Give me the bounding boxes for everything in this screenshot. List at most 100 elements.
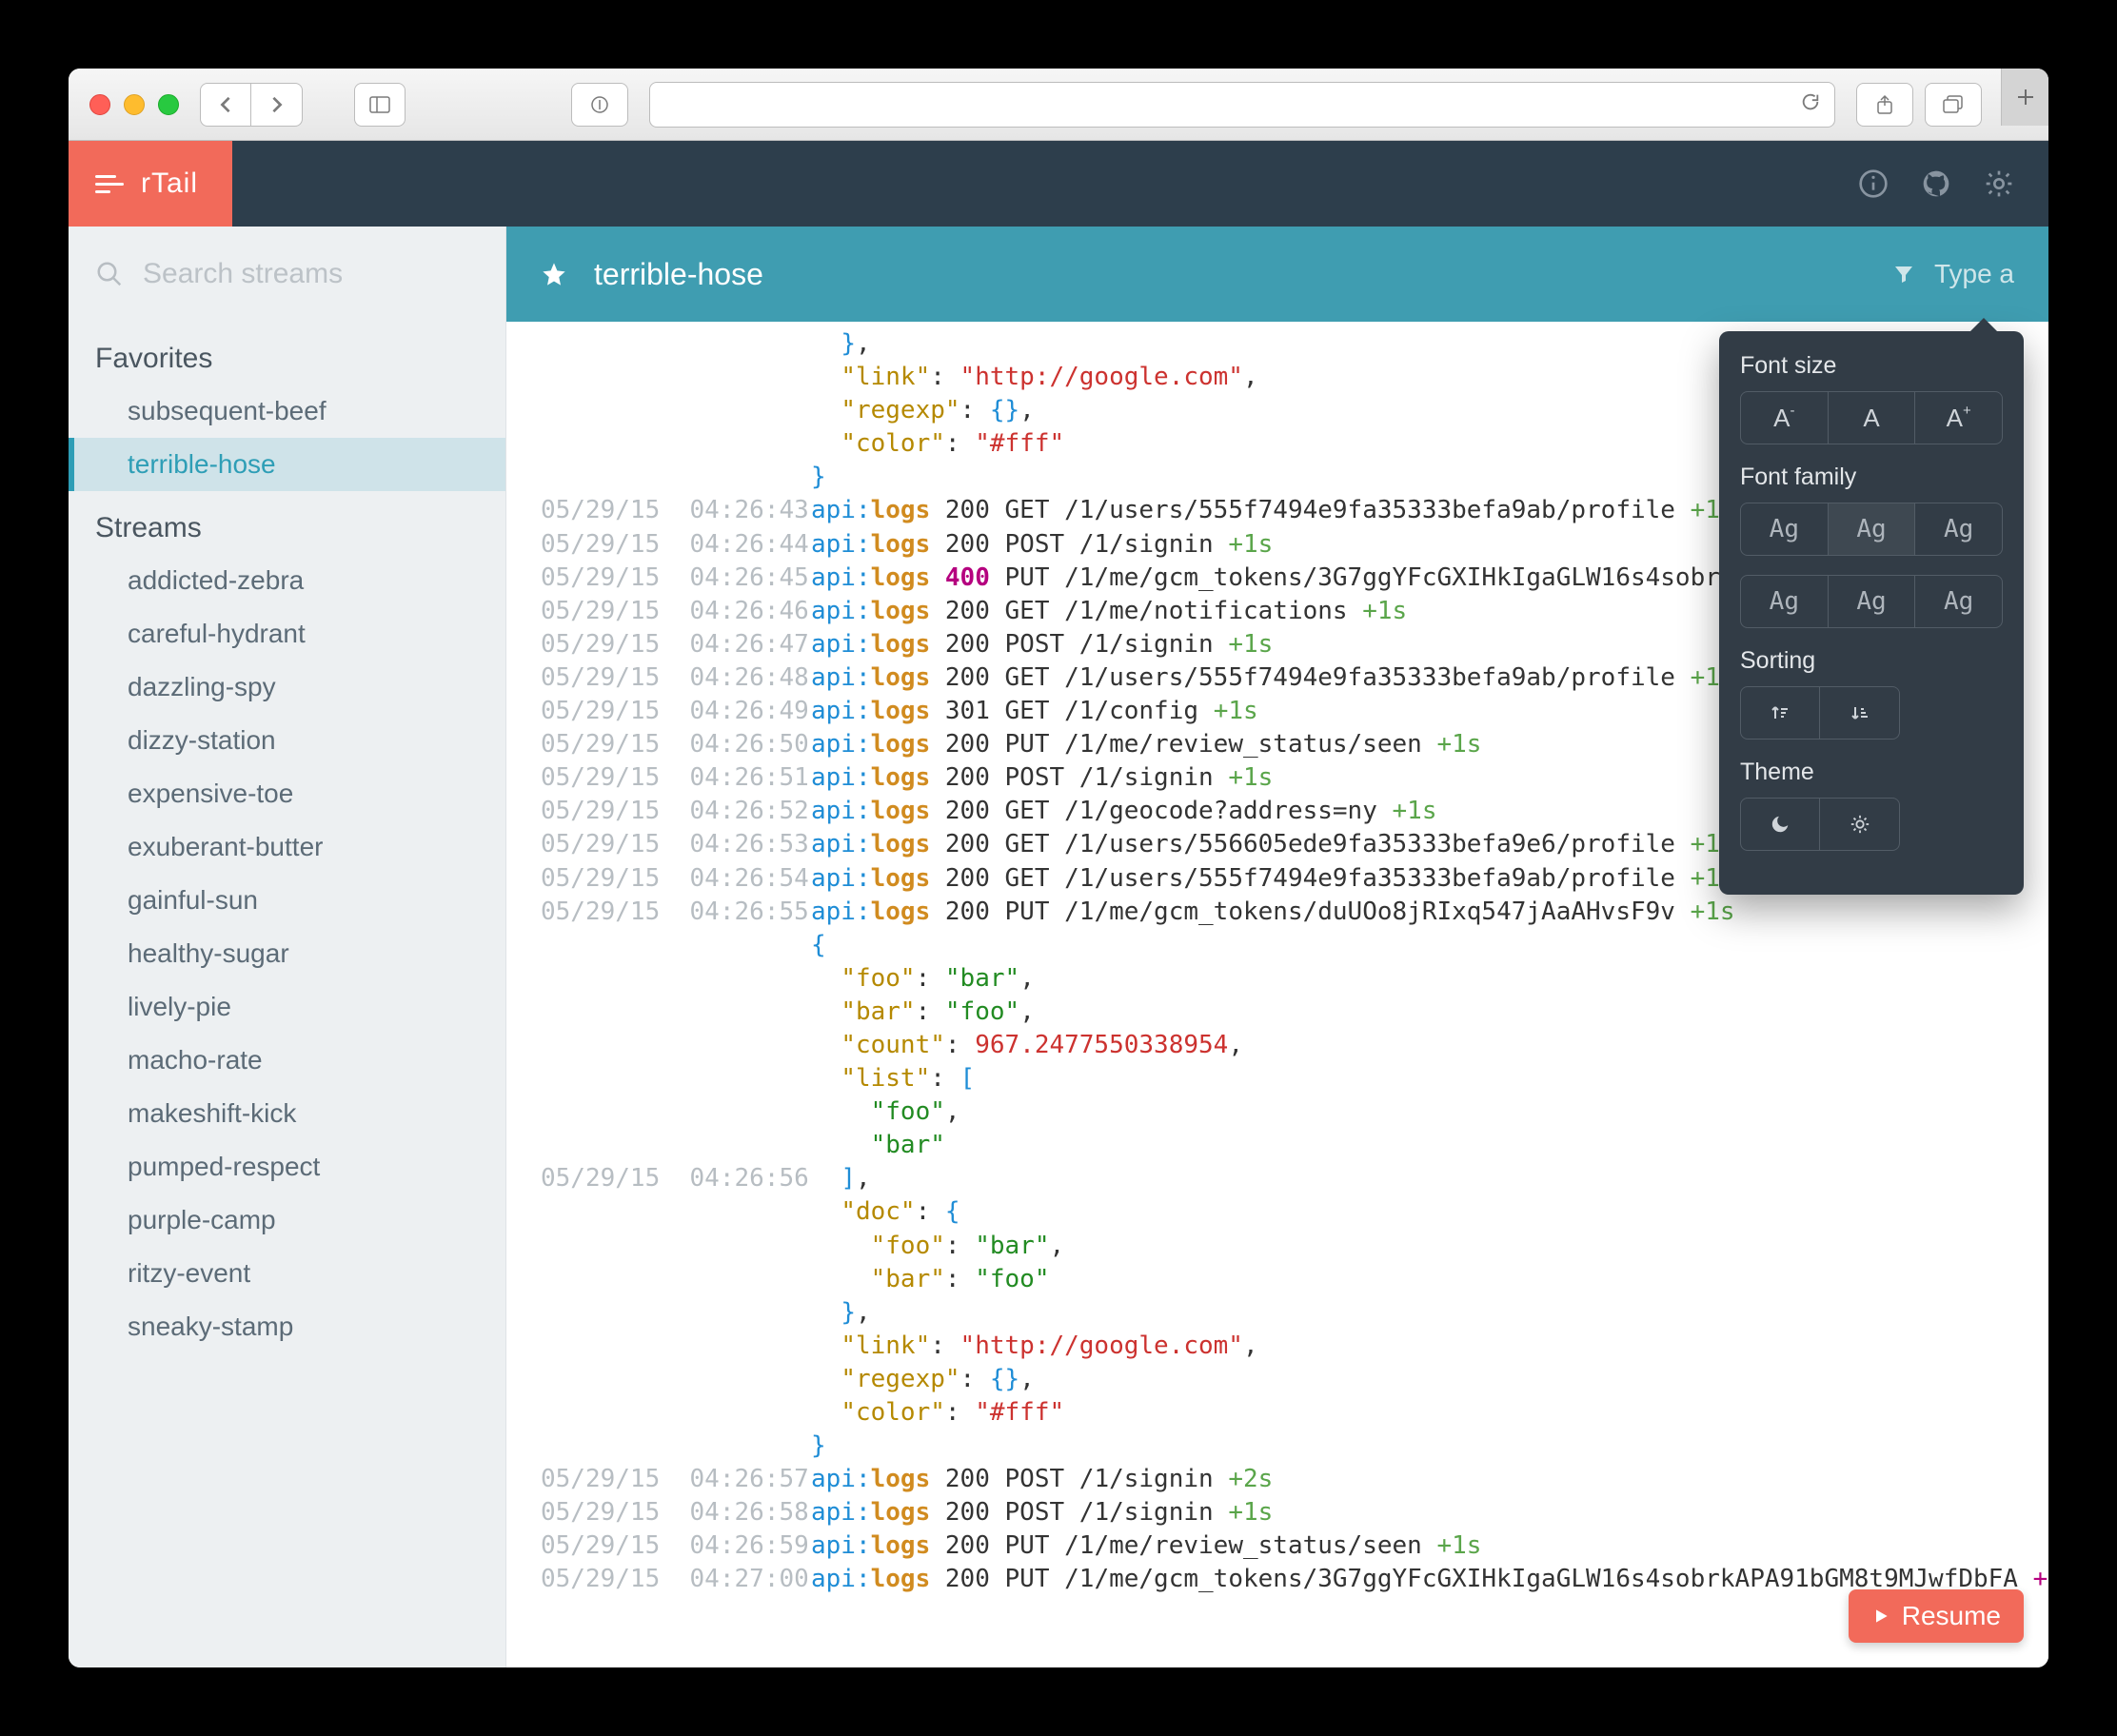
- font-size-label: Font size: [1740, 352, 2003, 380]
- maximize-window-icon[interactable]: [158, 94, 179, 115]
- log-timestamp: [506, 962, 811, 996]
- sidebar-item-gainful-sun[interactable]: gainful-sun: [69, 874, 505, 927]
- sidebar-item-ritzy-event[interactable]: ritzy-event: [69, 1247, 505, 1300]
- log-timestamp: 05/29/15 04:26:52: [506, 795, 811, 828]
- log-timestamp: [506, 996, 811, 1029]
- stream-header: terrible-hose Type a: [506, 227, 2048, 322]
- log-row: "list": [: [506, 1062, 2048, 1095]
- sidebar-item-makeshift-kick[interactable]: makeshift-kick: [69, 1087, 505, 1140]
- log-timestamp: 05/29/15 04:26:48: [506, 661, 811, 695]
- streams-heading: Streams: [69, 491, 505, 554]
- star-icon[interactable]: [541, 261, 567, 287]
- log-message: "foo": "bar",: [811, 1230, 2048, 1263]
- font-family-option[interactable]: Ag: [1915, 503, 2003, 556]
- close-window-icon[interactable]: [89, 94, 110, 115]
- log-timestamp: [506, 1230, 811, 1263]
- resume-button[interactable]: Resume: [1849, 1589, 2024, 1643]
- log-timestamp: [506, 1029, 811, 1062]
- log-message: api:logs 200 PUT /1/me/gcm_tokens/duUOo8…: [811, 896, 2048, 929]
- log-timestamp: [506, 461, 811, 494]
- log-row: 05/29/15 04:26:56 ],: [506, 1162, 2048, 1195]
- log-row: "foo",: [506, 1095, 2048, 1129]
- sidebar-item-healthy-sugar[interactable]: healthy-sugar: [69, 927, 505, 980]
- sidebar-item-careful-hydrant[interactable]: careful-hydrant: [69, 607, 505, 661]
- log-timestamp: 05/29/15 04:26:45: [506, 562, 811, 595]
- sidebar-item-addicted-zebra[interactable]: addicted-zebra: [69, 554, 505, 607]
- log-message: },: [811, 1296, 2048, 1330]
- log-row: 05/29/15 04:26:57api:logs 200 POST /1/si…: [506, 1463, 2048, 1496]
- log-row: 05/29/15 04:26:59api:logs 200 PUT /1/me/…: [506, 1529, 2048, 1563]
- sidebar-item-terrible-hose[interactable]: terrible-hose: [69, 438, 505, 491]
- log-timestamp: 05/29/15 04:26:50: [506, 728, 811, 761]
- theme-label: Theme: [1740, 759, 2003, 786]
- log-message: "link": "http://google.com",: [811, 1330, 2048, 1363]
- log-timestamp: [506, 427, 811, 461]
- sidebar-item-lively-pie[interactable]: lively-pie: [69, 980, 505, 1034]
- sort-desc-button[interactable]: [1820, 686, 1900, 740]
- log-row: "regexp": {},: [506, 1363, 2048, 1396]
- reader-button[interactable]: [571, 83, 628, 127]
- log-timestamp: 05/29/15 04:26:59: [506, 1529, 811, 1563]
- sidebar-item-pumped-respect[interactable]: pumped-respect: [69, 1140, 505, 1194]
- sidebar-item-purple-camp[interactable]: purple-camp: [69, 1194, 505, 1247]
- sort-asc-button[interactable]: [1740, 686, 1820, 740]
- theme-dark-button[interactable]: [1740, 798, 1820, 851]
- new-tab-button[interactable]: [2001, 69, 2048, 126]
- info-icon[interactable]: [1856, 167, 1890, 201]
- font-family-option[interactable]: Ag: [1829, 575, 1916, 628]
- log-message: "color": "#fff": [811, 1396, 2048, 1430]
- sidebar-item-exuberant-butter[interactable]: exuberant-butter: [69, 820, 505, 874]
- font-size-decrease-button[interactable]: A-: [1740, 391, 1829, 444]
- font-family-option[interactable]: Ag: [1915, 575, 2003, 628]
- sorting-label: Sorting: [1740, 647, 2003, 675]
- log-message: "bar": "foo",: [811, 996, 2048, 1029]
- log-row: "doc": {: [506, 1195, 2048, 1229]
- gear-icon[interactable]: [1982, 167, 2016, 201]
- font-family-option[interactable]: Ag: [1829, 503, 1916, 556]
- log-timestamp: [506, 929, 811, 962]
- font-family-row-2: Ag Ag Ag: [1740, 575, 2003, 628]
- sidebar-item-sneaky-stamp[interactable]: sneaky-stamp: [69, 1300, 505, 1353]
- sidebar-item-dizzy-station[interactable]: dizzy-station: [69, 714, 505, 767]
- sidebar-item-dazzling-spy[interactable]: dazzling-spy: [69, 661, 505, 714]
- forward-button[interactable]: [251, 83, 303, 127]
- reload-icon[interactable]: [1800, 91, 1821, 117]
- font-size-reset-button[interactable]: A: [1829, 391, 1916, 444]
- minimize-window-icon[interactable]: [124, 94, 145, 115]
- log-row: "foo": "bar",: [506, 962, 2048, 996]
- settings-panel: Font size A- A A+ Font family Ag Ag Ag A…: [1719, 331, 2024, 895]
- search-placeholder: Search streams: [143, 258, 343, 290]
- font-family-option[interactable]: Ag: [1740, 575, 1829, 628]
- sidebar-item-macho-rate[interactable]: macho-rate: [69, 1034, 505, 1087]
- log-message: "count": 967.2477550338954,: [811, 1029, 2048, 1062]
- sidebar-item-subsequent-beef[interactable]: subsequent-beef: [69, 385, 505, 438]
- log-timestamp: [506, 1263, 811, 1296]
- font-family-option[interactable]: Ag: [1740, 503, 1829, 556]
- log-row: 05/29/15 04:26:58api:logs 200 POST /1/si…: [506, 1496, 2048, 1529]
- github-icon[interactable]: [1919, 167, 1953, 201]
- font-size-increase-button[interactable]: A+: [1915, 391, 2003, 444]
- sidebar-item-expensive-toe[interactable]: expensive-toe: [69, 767, 505, 820]
- filter-icon[interactable]: [1892, 263, 1915, 286]
- log-message: "bar": "foo": [811, 1263, 2048, 1296]
- log-row: "bar": [506, 1129, 2048, 1162]
- theme-light-button[interactable]: [1820, 798, 1900, 851]
- font-size-buttons: A- A A+: [1740, 391, 2003, 444]
- log-timestamp: 05/29/15 04:26:43: [506, 494, 811, 527]
- search-streams[interactable]: Search streams: [69, 227, 505, 322]
- log-row: "count": 967.2477550338954,: [506, 1029, 2048, 1062]
- nav-buttons: [200, 83, 303, 127]
- brand[interactable]: rTail: [69, 141, 232, 227]
- url-bar[interactable]: [649, 82, 1835, 128]
- log-message: "regexp": {},: [811, 1363, 2048, 1396]
- theme-buttons: [1740, 798, 2003, 851]
- resume-label: Resume: [1902, 1601, 2001, 1631]
- share-button[interactable]: [1856, 83, 1913, 127]
- filter-placeholder[interactable]: Type a: [1934, 259, 2014, 289]
- tabs-button[interactable]: [1925, 83, 1982, 127]
- log-message: api:logs 200 POST /1/signin +1s: [811, 1496, 2048, 1529]
- log-timestamp: 05/29/15 04:26:54: [506, 862, 811, 896]
- back-button[interactable]: [200, 83, 251, 127]
- sidebar-toggle-button[interactable]: [354, 83, 406, 127]
- log-timestamp: 05/29/15 04:26:56: [506, 1162, 811, 1195]
